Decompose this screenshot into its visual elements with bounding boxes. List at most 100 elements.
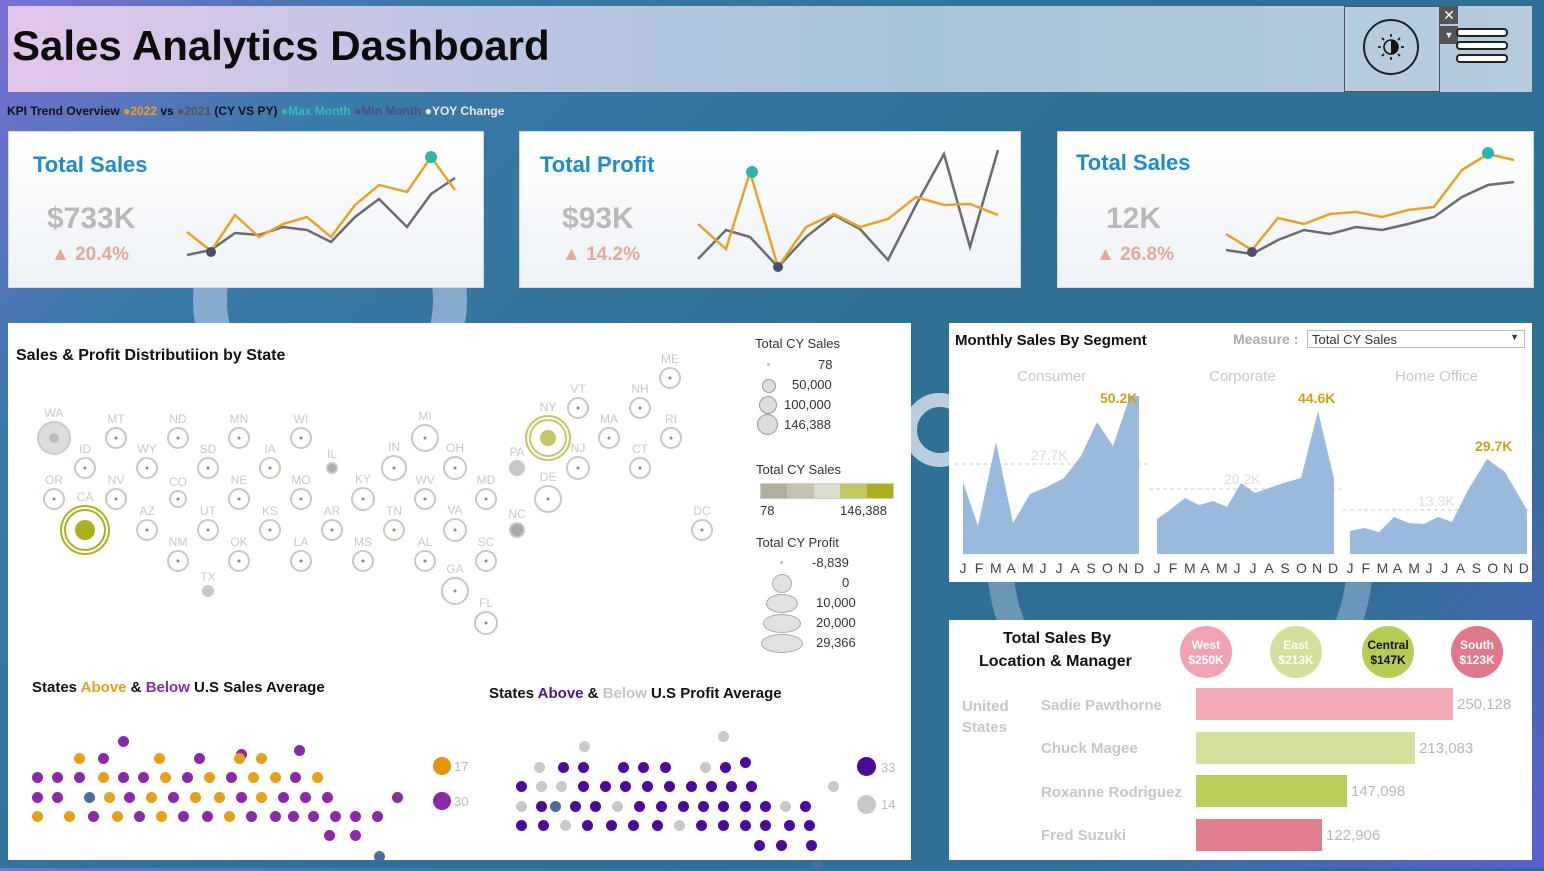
state-dot[interactable] bbox=[234, 753, 245, 764]
manager-bar[interactable] bbox=[1196, 775, 1347, 807]
state-dot[interactable] bbox=[674, 820, 685, 831]
state-dot[interactable] bbox=[74, 772, 85, 783]
state-dot[interactable] bbox=[638, 762, 649, 773]
state-dot[interactable] bbox=[288, 811, 299, 822]
state-dot[interactable] bbox=[64, 811, 75, 822]
state-dot[interactable] bbox=[350, 830, 361, 841]
state-dot[interactable] bbox=[156, 811, 167, 822]
state-dot[interactable] bbox=[182, 772, 193, 783]
state-dot[interactable] bbox=[214, 792, 225, 803]
state-dot[interactable] bbox=[270, 811, 281, 822]
state-dot[interactable] bbox=[720, 762, 731, 773]
state-dot[interactable] bbox=[256, 792, 267, 803]
state-dot[interactable] bbox=[746, 781, 757, 792]
kpi-card-total-profit[interactable]: Total Profit $93K ▲ 14.2% bbox=[519, 131, 1021, 288]
state-dot[interactable] bbox=[536, 781, 547, 792]
state-dot[interactable] bbox=[322, 792, 333, 803]
state-dot[interactable] bbox=[660, 762, 671, 773]
region-badge-west[interactable]: West $250K bbox=[1180, 626, 1232, 678]
state-dot[interactable] bbox=[248, 772, 259, 783]
state-dot[interactable] bbox=[534, 762, 545, 773]
state-dot[interactable] bbox=[52, 772, 63, 783]
state-dot[interactable] bbox=[618, 762, 629, 773]
state-dot[interactable] bbox=[226, 772, 237, 783]
state-dot[interactable] bbox=[32, 811, 43, 822]
state-marker-pa[interactable] bbox=[509, 460, 525, 476]
state-dot[interactable] bbox=[312, 772, 323, 783]
state-dot[interactable] bbox=[134, 811, 145, 822]
state-dot[interactable] bbox=[256, 753, 267, 764]
state-dot[interactable] bbox=[740, 757, 751, 768]
state-dot[interactable] bbox=[760, 820, 771, 831]
state-dot[interactable] bbox=[698, 801, 709, 812]
state-dot[interactable] bbox=[582, 820, 593, 831]
state-dot[interactable] bbox=[550, 801, 561, 812]
state-dot[interactable] bbox=[740, 801, 751, 812]
state-dot[interactable] bbox=[178, 811, 189, 822]
state-dot[interactable] bbox=[372, 811, 383, 822]
state-dot[interactable] bbox=[330, 811, 341, 822]
state-dot[interactable] bbox=[118, 736, 129, 747]
state-dot[interactable] bbox=[516, 820, 527, 831]
state-dot[interactable] bbox=[98, 772, 109, 783]
state-dot[interactable] bbox=[800, 801, 811, 812]
state-dot[interactable] bbox=[600, 781, 611, 792]
state-dot[interactable] bbox=[236, 792, 247, 803]
state-dot[interactable] bbox=[52, 792, 63, 803]
state-dot[interactable] bbox=[88, 811, 99, 822]
state-dot[interactable] bbox=[726, 781, 737, 792]
state-dot[interactable] bbox=[146, 792, 157, 803]
state-dot[interactable] bbox=[224, 811, 235, 822]
state-dot[interactable] bbox=[740, 820, 751, 831]
state-dot[interactable] bbox=[538, 820, 549, 831]
state-dot[interactable] bbox=[308, 811, 319, 822]
region-badge-south[interactable]: South $123K bbox=[1451, 626, 1503, 678]
state-dot[interactable] bbox=[652, 820, 663, 831]
state-dot[interactable] bbox=[124, 792, 135, 803]
state-marker-nc[interactable] bbox=[509, 522, 525, 538]
state-dot[interactable] bbox=[642, 781, 653, 792]
state-dot[interactable] bbox=[392, 792, 403, 803]
state-dot[interactable] bbox=[74, 753, 85, 764]
state-dot[interactable] bbox=[350, 811, 361, 822]
state-dot[interactable] bbox=[718, 731, 729, 742]
state-dot[interactable] bbox=[612, 801, 623, 812]
state-dot[interactable] bbox=[806, 840, 817, 851]
hamburger-menu-icon[interactable] bbox=[1456, 28, 1508, 66]
state-dot[interactable] bbox=[578, 781, 589, 792]
close-icon[interactable]: ✕ bbox=[1440, 6, 1458, 24]
manager-bar[interactable] bbox=[1196, 688, 1453, 720]
state-dot[interactable] bbox=[300, 792, 311, 803]
state-dot[interactable] bbox=[536, 801, 547, 812]
state-dot[interactable] bbox=[324, 830, 335, 841]
state-dot[interactable] bbox=[278, 792, 289, 803]
state-dot[interactable] bbox=[270, 772, 281, 783]
state-dot[interactable] bbox=[32, 792, 43, 803]
state-dot[interactable] bbox=[98, 753, 109, 764]
state-dot[interactable] bbox=[696, 820, 707, 831]
state-dot[interactable] bbox=[776, 840, 787, 851]
state-dot[interactable] bbox=[558, 762, 569, 773]
state-dot[interactable] bbox=[628, 820, 639, 831]
state-dot[interactable] bbox=[290, 772, 301, 783]
state-dot[interactable] bbox=[578, 762, 589, 773]
state-dot[interactable] bbox=[706, 781, 717, 792]
state-dot[interactable] bbox=[160, 772, 171, 783]
state-marker-il[interactable] bbox=[326, 462, 338, 474]
state-dot[interactable] bbox=[828, 781, 839, 792]
state-dot[interactable] bbox=[202, 811, 213, 822]
state-dot[interactable] bbox=[754, 840, 765, 851]
state-dot[interactable] bbox=[154, 753, 165, 764]
state-dot[interactable] bbox=[590, 801, 601, 812]
kpi-card-total-quantity[interactable]: Total Sales 12K ▲ 26.8% bbox=[1057, 131, 1534, 288]
state-dot[interactable] bbox=[516, 801, 527, 812]
state-dot[interactable] bbox=[168, 792, 179, 803]
state-dot[interactable] bbox=[190, 792, 201, 803]
state-dot[interactable] bbox=[634, 801, 645, 812]
region-badge-central[interactable]: Central $147K bbox=[1362, 626, 1414, 678]
state-dot[interactable] bbox=[780, 801, 791, 812]
state-dot[interactable] bbox=[32, 772, 43, 783]
state-dot[interactable] bbox=[656, 801, 667, 812]
state-dot[interactable] bbox=[678, 801, 689, 812]
state-dot[interactable] bbox=[664, 781, 675, 792]
